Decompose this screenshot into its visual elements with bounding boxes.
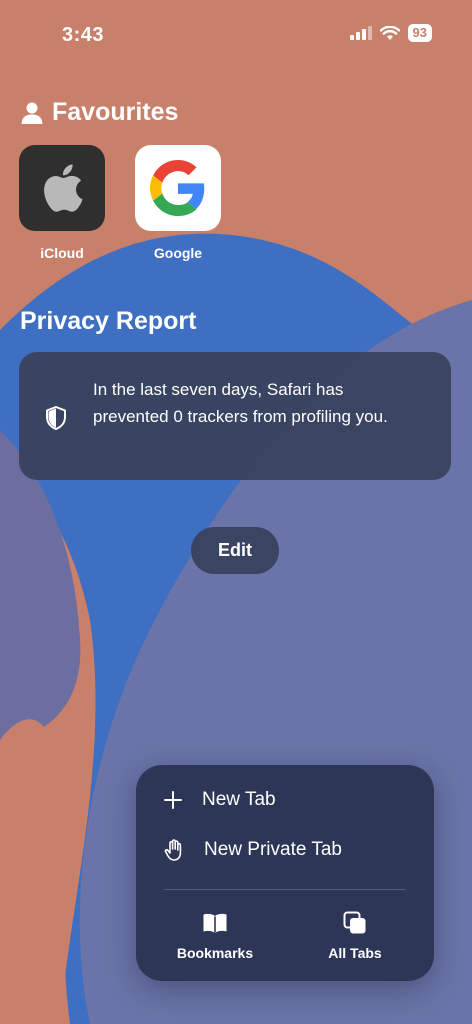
new-private-tab-label: New Private Tab	[204, 839, 342, 860]
privacy-report-card[interactable]: In the last seven days, Safari has preve…	[19, 352, 451, 480]
new-private-tab-menu-item[interactable]: New Private Tab	[164, 839, 342, 861]
menu-divider	[164, 889, 406, 890]
edit-button[interactable]: Edit	[191, 527, 279, 574]
shield-icon	[46, 406, 66, 430]
favourite-label: iCloud	[40, 245, 84, 261]
all-tabs-label: All Tabs	[328, 945, 382, 961]
google-tile[interactable]	[135, 145, 221, 231]
bookmarks-button[interactable]: Bookmarks	[160, 911, 270, 961]
hand-icon	[164, 839, 182, 861]
cellular-signal-icon	[349, 26, 372, 40]
book-icon	[203, 913, 227, 933]
favourite-label: Google	[153, 245, 203, 261]
status-icons: 93	[349, 24, 432, 42]
all-tabs-button[interactable]: All Tabs	[300, 911, 410, 961]
wifi-icon	[379, 25, 400, 40]
tabs-icon	[343, 911, 366, 934]
google-logo-icon	[150, 160, 205, 216]
new-tab-menu-item[interactable]: New Tab	[164, 789, 276, 811]
status-time: 3:43	[62, 24, 105, 46]
battery-indicator: 93	[407, 24, 432, 42]
apple-icon	[44, 164, 83, 212]
favourites-heading: Favourites	[20, 98, 178, 127]
tab-context-menu: New Tab New Private Tab Bookmarks All Ta…	[136, 765, 434, 981]
privacy-report-title: Privacy Report	[20, 307, 197, 335]
favourite-google[interactable]: Google	[134, 145, 222, 261]
plus-icon	[164, 791, 182, 809]
person-icon	[21, 102, 43, 124]
privacy-report-text: In the last seven days, Safari has preve…	[93, 380, 388, 426]
favourite-icloud[interactable]: iCloud	[18, 145, 106, 261]
new-tab-label: New Tab	[202, 789, 276, 810]
icloud-tile[interactable]	[19, 145, 105, 231]
favourites-title: Favourites	[52, 98, 179, 126]
status-bar: 3:43 93	[0, 0, 472, 70]
bookmarks-label: Bookmarks	[176, 945, 254, 961]
